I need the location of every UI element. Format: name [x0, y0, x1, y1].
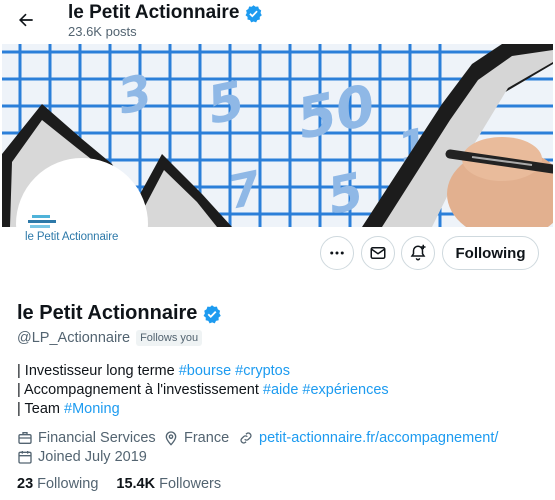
- following-count: 23: [17, 476, 34, 492]
- category-text: Financial Services: [38, 430, 156, 446]
- website-link[interactable]: petit-actionnaire.fr/accompagnement/: [259, 430, 498, 446]
- calendar-icon: [18, 451, 32, 464]
- hashtag-experiences[interactable]: #expériences: [302, 382, 388, 398]
- handle-row: @LP_Actionnaire Follows you: [17, 330, 203, 346]
- more-button[interactable]: [320, 236, 354, 270]
- hashtag-cryptos[interactable]: #cryptos: [235, 363, 290, 379]
- header-title: le Petit Actionnaire: [68, 2, 263, 24]
- verified-badge-icon: [245, 4, 263, 22]
- posts-count: 23.6K posts: [68, 24, 137, 39]
- follows-you-badge: Follows you: [136, 330, 203, 346]
- notifications-button[interactable]: [401, 236, 435, 270]
- message-button[interactable]: [361, 236, 395, 270]
- location-item: France: [163, 430, 229, 446]
- joined-item: Joined July 2019: [17, 449, 147, 465]
- arrow-left-icon: [19, 13, 33, 27]
- logo-icon: [28, 215, 56, 228]
- profile-name-text: le Petit Actionnaire: [17, 302, 198, 324]
- followers-count: 15.4K: [116, 476, 156, 492]
- envelope-icon: [370, 247, 386, 259]
- hashtag-bourse[interactable]: #bourse: [179, 363, 231, 379]
- following-label: Following: [37, 476, 99, 492]
- header-title-text: le Petit Actionnaire: [68, 2, 240, 23]
- back-button[interactable]: [10, 4, 42, 36]
- bio-line-2: | Accompagnement à l'investissement #aid…: [17, 382, 389, 398]
- category-item: Financial Services: [17, 430, 156, 446]
- bio-line-1: | Investisseur long terme #bourse #crypt…: [17, 363, 290, 379]
- profile-name: le Petit Actionnaire: [17, 302, 222, 325]
- follow-stats: 23 Following 15.4K Followers: [17, 476, 221, 492]
- followers-label: Followers: [159, 476, 222, 492]
- bio-line-1-text: | Investisseur long terme: [17, 363, 179, 379]
- followers-count-link[interactable]: 15.4K Followers: [116, 476, 221, 492]
- link-icon: [240, 432, 252, 444]
- hashtag-aide[interactable]: #aide: [263, 382, 298, 398]
- verified-badge-icon: [204, 304, 222, 323]
- bio-line-3-text: | Team: [17, 401, 65, 417]
- location-text: France: [184, 430, 230, 446]
- location-pin-icon: [165, 431, 177, 446]
- bell-plus-icon: [410, 244, 426, 261]
- profile-handle: @LP_Actionnaire: [17, 330, 131, 346]
- following-count-link[interactable]: 23 Following: [17, 476, 98, 492]
- avatar[interactable]: le Petit Actionnaire: [16, 158, 148, 290]
- following-button[interactable]: Following: [442, 236, 539, 270]
- avatar-label: le Petit Actionnaire: [25, 231, 119, 243]
- top-bar: le Petit Actionnaire 23.6K posts: [0, 0, 555, 44]
- bio-line-2-text: | Accompagnement à l'investissement: [17, 382, 263, 398]
- website-item: petit-actionnaire.fr/accompagnement/: [238, 430, 498, 446]
- more-horizontal-icon: [330, 251, 344, 255]
- bio-line-3: | Team #Moning: [17, 401, 120, 417]
- briefcase-icon: [18, 432, 32, 444]
- joined-text: Joined July 2019: [38, 449, 147, 465]
- hashtag-moning[interactable]: #Moning: [64, 401, 120, 417]
